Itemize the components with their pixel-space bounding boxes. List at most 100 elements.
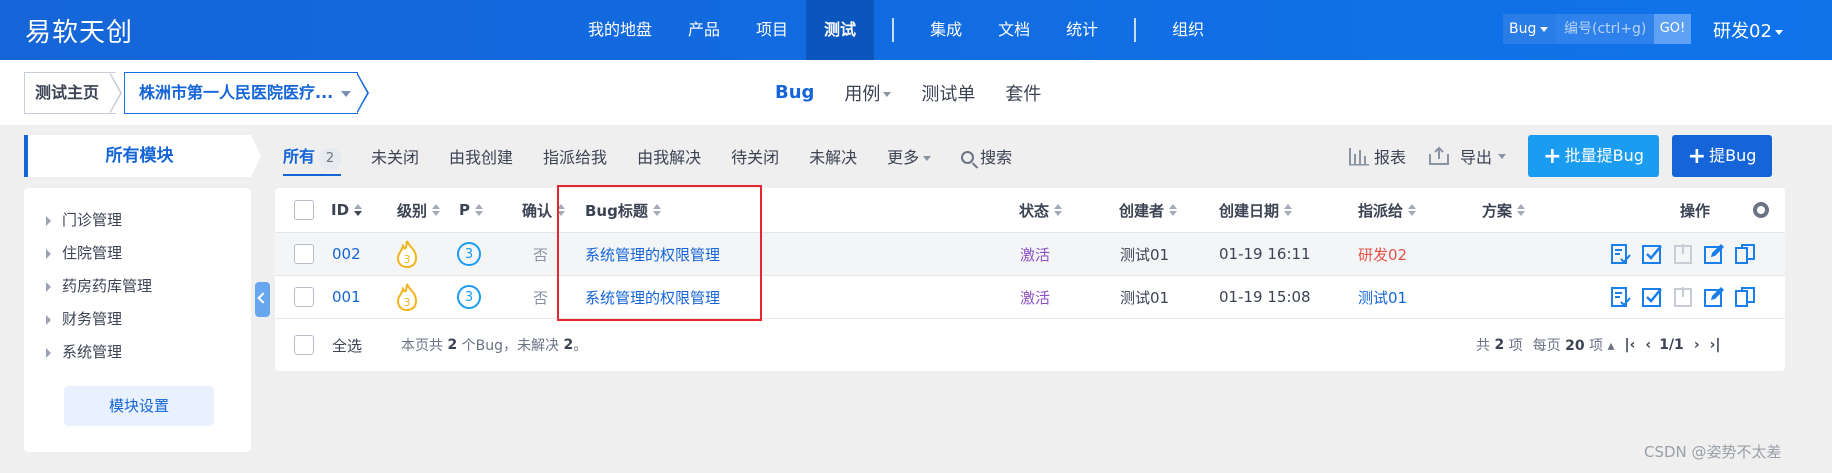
last-page-button[interactable]: ›| [1710,337,1721,353]
caret-right-icon[interactable] [46,347,51,358]
search-go-button[interactable]: GO! [1654,14,1691,44]
severity-badge: 3 [394,233,420,275]
close-bug-button[interactable] [1672,286,1694,308]
subnav-suite[interactable]: 套件 [1005,80,1041,106]
nav-doc[interactable]: 文档 [980,0,1048,60]
col-severity[interactable]: 级别 [397,188,441,232]
row-checkbox[interactable] [294,276,314,318]
assigned-to[interactable]: 研发02 [1358,233,1407,275]
confirm-bug-button[interactable] [1610,286,1632,308]
create-bug-button[interactable]: + 提Bug [1672,135,1773,177]
edit-bug-button[interactable] [1703,243,1725,265]
filter-assigned-to-me[interactable]: 指派给我 [543,144,607,168]
user-menu[interactable]: 研发02 [1713,17,1783,43]
nav-my[interactable]: 我的地盘 [570,0,670,60]
checkbox[interactable] [294,335,314,355]
power-icon [1674,287,1692,307]
breadcrumb-home[interactable]: 测试主页 [24,72,116,114]
column-settings-button[interactable] [1753,188,1769,232]
assigned-to[interactable]: 测试01 [1358,276,1407,318]
next-page-button[interactable]: › [1694,337,1700,353]
breadcrumb-product-select[interactable]: 株洲市第一人民医院医疗... [124,72,358,114]
col-solution[interactable]: 方案 [1482,188,1526,232]
tree-item-inpatient[interactable]: 住院管理 [46,237,152,270]
select-all-checkbox[interactable] [294,319,314,371]
copy-bug-button[interactable] [1734,243,1756,265]
nav-test[interactable]: 测试 [806,0,875,60]
subnav-testtask[interactable]: 测试单 [921,80,975,106]
filter-created-by-me[interactable]: 由我创建 [449,144,513,168]
gear-icon [1753,202,1769,218]
nav-company[interactable]: 组织 [1154,0,1222,60]
prev-page-button[interactable]: ‹ [1645,337,1651,353]
bug-id[interactable]: 001 [332,276,361,318]
caret-right-icon[interactable] [46,314,51,325]
col-id[interactable]: ID [331,188,363,232]
summary-text: 。 [573,338,588,354]
copy-bug-button[interactable] [1734,286,1756,308]
caret-right-icon[interactable] [46,248,51,259]
edit-bug-button[interactable] [1703,286,1725,308]
nav-ci[interactable]: 集成 [912,0,980,60]
confirm-bug-button[interactable] [1610,243,1632,265]
first-page-button[interactable]: |‹ [1625,337,1636,353]
resolve-bug-button[interactable] [1641,286,1663,308]
col-pri[interactable]: P [459,188,484,232]
global-search: Bug GO! [1503,14,1691,44]
row-checkbox[interactable] [294,233,314,275]
caret-right-icon[interactable] [46,281,51,292]
sidebar-collapse-handle[interactable] [255,282,270,317]
edit-icon [1704,287,1724,307]
search-input[interactable] [1556,14,1654,44]
filter-unresolved[interactable]: 未解决 [809,144,857,168]
nav-product[interactable]: 产品 [670,0,738,60]
filter-to-close[interactable]: 待关闭 [731,144,779,168]
subnav-bug[interactable]: Bug [775,82,814,103]
chevron-down-icon [883,92,892,97]
search-toggle[interactable]: 搜索 [961,144,1012,168]
search-type-select[interactable]: Bug [1503,14,1556,44]
checkbox[interactable] [294,244,314,264]
filter-resolved-by-me[interactable]: 由我解决 [637,144,701,168]
per-page-select[interactable]: 每页 20 项 ▴ [1533,335,1615,355]
export-button[interactable]: 导出 [1428,144,1507,168]
select-all-checkbox-header[interactable] [294,188,314,232]
resolve-bug-button[interactable] [1641,243,1663,265]
sidebar-header[interactable]: 所有模块 [24,135,251,177]
module-settings-button[interactable]: 模块设置 [64,386,214,426]
nav-report[interactable]: 统计 [1048,0,1116,60]
tree-item-finance[interactable]: 财务管理 [46,303,152,336]
filter-more-label: 更多 [887,148,920,167]
report-button[interactable]: 报表 [1348,144,1406,168]
select-all-label[interactable]: 全选 [332,319,362,371]
tree-item-outpatient[interactable]: 门诊管理 [46,204,152,237]
subnav-cases[interactable]: 用例 [844,80,892,106]
batch-create-bug-button[interactable]: + 批量提Bug [1528,135,1660,177]
row-actions [1610,233,1756,275]
filter-unclosed[interactable]: 未关闭 [371,144,419,168]
top-navbar: 易软天创 我的地盘 产品 项目 测试 集成 文档 统计 组织 Bug GO! 研… [0,0,1832,60]
brand-logo[interactable]: 易软天创 [25,12,133,49]
bug-id[interactable]: 002 [332,233,361,275]
filter-all[interactable]: 所有 2 [283,143,342,176]
tree-item-system[interactable]: 系统管理 [46,336,152,369]
checkbox[interactable] [294,200,314,220]
checkbox[interactable] [294,287,314,307]
col-creator[interactable]: 创建者 [1119,188,1178,232]
filter-more[interactable]: 更多 [887,144,932,168]
close-bug-button[interactable] [1672,243,1694,265]
tree-item-pharmacy[interactable]: 药房药库管理 [46,270,152,303]
page-summary: 本页共 2 个Bug，未解决 2。 [401,319,587,371]
table-row[interactable]: 001 3 3 否 系统管理的权限管理 激活 测试01 01-19 15:08 … [275,276,1785,319]
caret-right-icon[interactable] [46,215,51,226]
col-status[interactable]: 状态 [1019,188,1063,232]
col-created-date[interactable]: 创建日期 [1219,188,1293,232]
table-row[interactable]: 002 3 3 否 系统管理的权限管理 激活 测试01 01-19 16:11 … [275,233,1785,276]
nav-project[interactable]: 项目 [738,0,806,60]
subnav-cases-label: 用例 [844,83,881,105]
priority: 3 [457,233,481,275]
col-assigned-to[interactable]: 指派给 [1358,188,1417,232]
bug-status: 激活 [1020,245,1051,264]
col-label: P [459,201,470,219]
creator: 测试01 [1120,245,1170,264]
